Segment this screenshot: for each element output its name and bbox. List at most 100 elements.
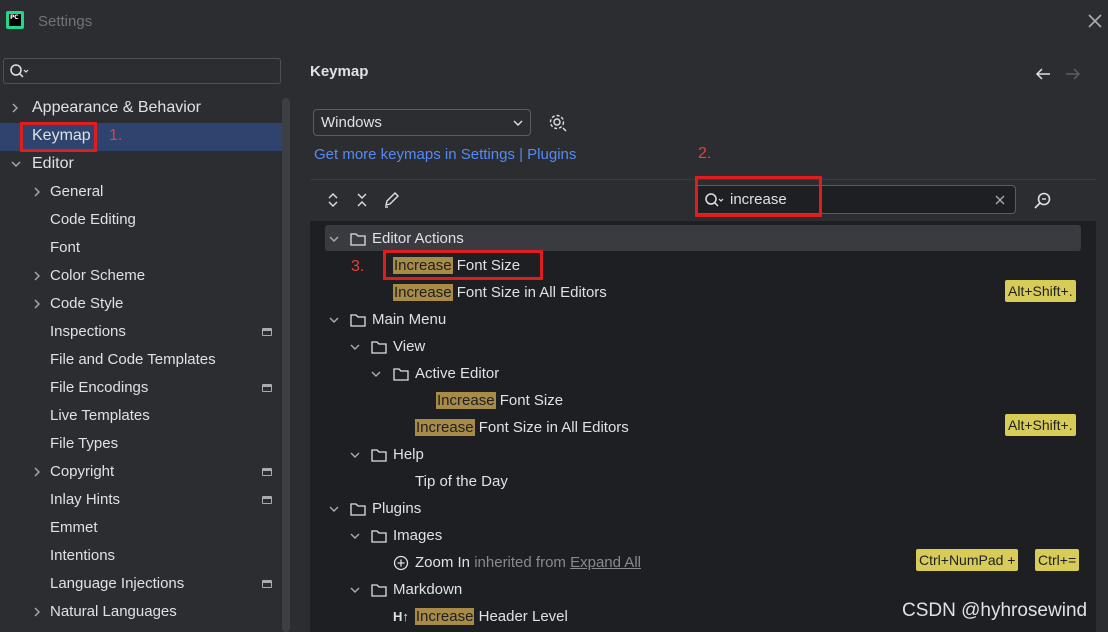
- sidebar-item-inspections[interactable]: Inspections: [50, 318, 126, 346]
- sidebar-item-label: Inspections: [50, 323, 126, 340]
- chevron-down-icon: [329, 236, 339, 242]
- header-level-icon: H↑: [393, 609, 409, 624]
- settings-link[interactable]: Get more keymaps in Settings: [314, 146, 515, 163]
- tree-node-plugins[interactable]: Plugins: [350, 495, 421, 522]
- shortcut-badge: Ctrl+NumPad +: [916, 549, 1019, 571]
- chevron-right-icon: [34, 607, 40, 617]
- sidebar-item-label: Language Injections: [50, 575, 185, 592]
- sidebar-item-label: Code Editing: [50, 211, 136, 228]
- chevron-down-icon: [329, 506, 339, 512]
- expand-all-link[interactable]: Expand All: [570, 554, 641, 571]
- tree-node-view[interactable]: View: [371, 333, 425, 360]
- sidebar-item-label: Color Scheme: [50, 267, 146, 284]
- shortcut-badge: Ctrl+=: [1035, 549, 1080, 571]
- sidebar-scrollbar[interactable]: [282, 98, 290, 632]
- shortcut-badge: Alt+Shift+.: [1005, 414, 1076, 436]
- forward-arrow-icon[interactable]: [1065, 67, 1081, 81]
- clear-icon[interactable]: [995, 195, 1005, 205]
- collapse-all-icon[interactable]: [355, 192, 369, 208]
- sidebar-item-label: File and Code Templates: [50, 351, 216, 368]
- project-settings-icon: [262, 468, 272, 476]
- chevron-right-icon: [34, 271, 40, 281]
- back-arrow-icon[interactable]: [1035, 67, 1051, 81]
- chevron-down-icon: [350, 344, 360, 350]
- chevron-down-icon: [11, 161, 21, 167]
- annotation-step-3: 3.: [351, 258, 365, 275]
- tree-node-markdown[interactable]: Markdown: [371, 576, 462, 603]
- sidebar-item-code-editing[interactable]: Code Editing: [50, 206, 136, 234]
- folder-icon: [371, 341, 387, 354]
- zoom-in-icon: [393, 555, 409, 571]
- expand-all-icon[interactable]: [326, 192, 340, 208]
- chevron-right-icon: [34, 299, 40, 309]
- keymap-select[interactable]: Windows: [313, 109, 531, 136]
- chevron-right-icon: [34, 187, 40, 197]
- window-title: Settings: [38, 13, 93, 30]
- annotation-step-2: 2.: [698, 145, 712, 162]
- chevron-down-icon: [350, 587, 360, 593]
- tree-node-editor-actions[interactable]: Editor Actions: [350, 225, 464, 252]
- search-icon: [10, 64, 29, 78]
- keymap-select-value: Windows: [321, 114, 382, 131]
- tree-node-help[interactable]: Help: [371, 441, 424, 468]
- chevron-right-icon: [12, 103, 18, 113]
- folder-icon: [350, 233, 366, 246]
- sidebar-item-emmet[interactable]: Emmet: [50, 514, 98, 542]
- sidebar-item-label: File Encodings: [50, 379, 149, 396]
- action-zoom-in[interactable]: Zoom In inherited from Expand All: [393, 549, 641, 576]
- sidebar-item-language-injections[interactable]: Language Injections: [50, 570, 184, 598]
- sidebar-item-label: Font: [50, 239, 81, 256]
- sidebar-item-live-templates[interactable]: Live Templates: [50, 402, 150, 430]
- sidebar-item-intentions[interactable]: Intentions: [50, 542, 115, 570]
- sidebar-item-label: Editor: [32, 155, 74, 172]
- plugins-link[interactable]: Plugins: [527, 146, 576, 163]
- project-settings-icon: [262, 328, 272, 336]
- sidebar-item-label: Natural Languages: [50, 603, 177, 620]
- sidebar-item-file-encodings[interactable]: File Encodings: [50, 374, 148, 402]
- action-increase-font-size[interactable]: Increase Font Size: [436, 387, 563, 414]
- sidebar-item-label: Copyright: [50, 463, 115, 480]
- sidebar-item-inlay-hints[interactable]: Inlay Hints: [50, 486, 120, 514]
- sidebar-item-label: Live Templates: [50, 407, 150, 424]
- action-increase-header-level[interactable]: H↑ Increase Header Level: [393, 603, 568, 630]
- action-increase-font-size-all[interactable]: Increase Font Size in All Editors: [393, 279, 607, 306]
- chevron-down-icon: [329, 317, 339, 323]
- tree-node-images[interactable]: Images: [371, 522, 442, 549]
- tree-node-active-editor[interactable]: Active Editor: [393, 360, 499, 387]
- sidebar-item-label: File Types: [50, 435, 119, 452]
- sidebar-item-file-types[interactable]: File Types: [50, 430, 118, 458]
- keymap-links: Get more keymaps in Settings | Plugins: [314, 146, 576, 163]
- folder-icon: [350, 314, 366, 327]
- annotation-box-keymap: [20, 122, 97, 152]
- edit-pencil-icon[interactable]: [383, 192, 401, 208]
- settings-search-input[interactable]: [3, 58, 281, 84]
- project-settings-icon: [262, 496, 272, 504]
- chevron-right-icon: [34, 467, 40, 477]
- folder-icon: [393, 368, 409, 381]
- annotation-box-search: [695, 176, 822, 217]
- chevron-down-icon: [350, 452, 360, 458]
- folder-icon: [350, 503, 366, 516]
- sidebar-item-label: General: [50, 183, 104, 200]
- sidebar-item-label: Appearance & Behavior: [32, 99, 201, 116]
- watermark: CSDN @hyhrosewind: [902, 600, 1088, 621]
- action-increase-font-size-all[interactable]: Increase Font Size in All Editors: [415, 414, 629, 441]
- chevron-down-icon: [513, 120, 523, 126]
- annotation-step-1: 1.: [109, 127, 123, 144]
- link-separator: |: [519, 146, 523, 163]
- sidebar-item-label: Intentions: [50, 547, 116, 564]
- chevron-down-icon: [371, 371, 381, 377]
- sidebar-item-font[interactable]: Font: [50, 234, 80, 262]
- sidebar-item-file-templates[interactable]: File and Code Templates: [50, 346, 216, 374]
- folder-icon: [371, 584, 387, 597]
- close-icon[interactable]: [1086, 12, 1104, 30]
- find-by-shortcut-icon[interactable]: [1033, 191, 1053, 211]
- project-settings-icon: [262, 384, 272, 392]
- tree-node-main-menu[interactable]: Main Menu: [350, 306, 446, 333]
- pycharm-logo-icon: PC: [6, 11, 24, 29]
- project-settings-icon: [262, 580, 272, 588]
- gear-icon[interactable]: [548, 113, 568, 133]
- chevron-down-icon: [350, 533, 360, 539]
- action-tip-of-the-day[interactable]: Tip of the Day: [415, 468, 508, 495]
- page-title: Keymap: [310, 63, 369, 80]
